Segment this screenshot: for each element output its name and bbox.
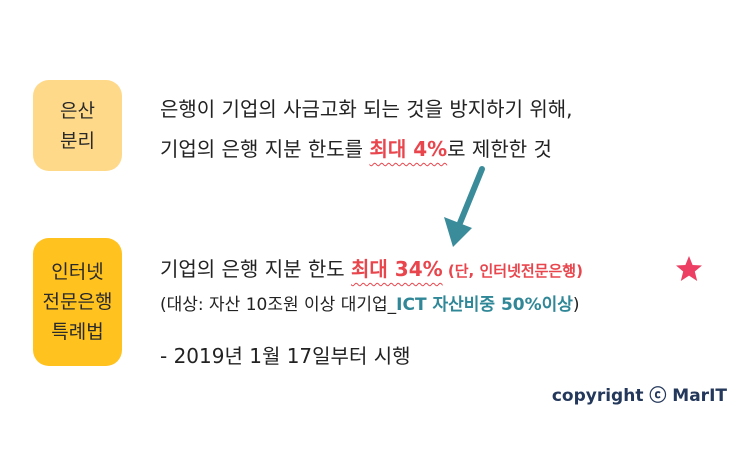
limit-highlight-4: 최대 4%	[369, 137, 448, 161]
definition-line-1: 은행이 기업의 사금고화 되는 것을 방지하기 위해,	[160, 97, 573, 121]
definition-line-2: 기업의 은행 지분 한도를 최대 4%로 제한한 것	[160, 133, 552, 162]
act-text: )	[572, 295, 580, 315]
act-text: 기업의 은행 지분 한도	[160, 257, 352, 281]
definition-text: 기업의 은행 지분 한도를	[160, 137, 370, 161]
label-line: 은산	[60, 99, 95, 122]
definition-text: 로 제한한 것	[447, 137, 552, 161]
act-line-2: (대상: 자산 10조원 이상 대기업_ICT 자산비중 50%이상)	[160, 290, 580, 315]
down-arrow-icon	[444, 166, 485, 247]
label-line: 분리	[60, 129, 95, 152]
label-box-eunsan: 은산 분리	[33, 80, 122, 171]
act-line-3: - 2019년 1월 17일부터 시행	[160, 344, 411, 368]
label-line: 전문은행	[42, 291, 113, 313]
limit-highlight-34: 최대 34%	[351, 257, 443, 281]
label-line: 인터넷	[51, 261, 104, 283]
label-box-internet-bank-act: 인터넷 전문은행 특례법	[33, 238, 122, 366]
limit-note: (단, 인터넷전문은행)	[442, 262, 583, 280]
label-line: 특례법	[51, 321, 104, 343]
star-icon	[676, 256, 702, 281]
ict-highlight: ICT 자산비중 50%이상	[396, 295, 573, 315]
act-text: (대상: 자산 10조원 이상 대기업_	[160, 295, 397, 315]
act-line-1: 기업의 은행 지분 한도 최대 34% (단, 인터넷전문은행)	[160, 253, 583, 282]
copyright-text: copyright ⓒ MarIT	[551, 386, 727, 406]
